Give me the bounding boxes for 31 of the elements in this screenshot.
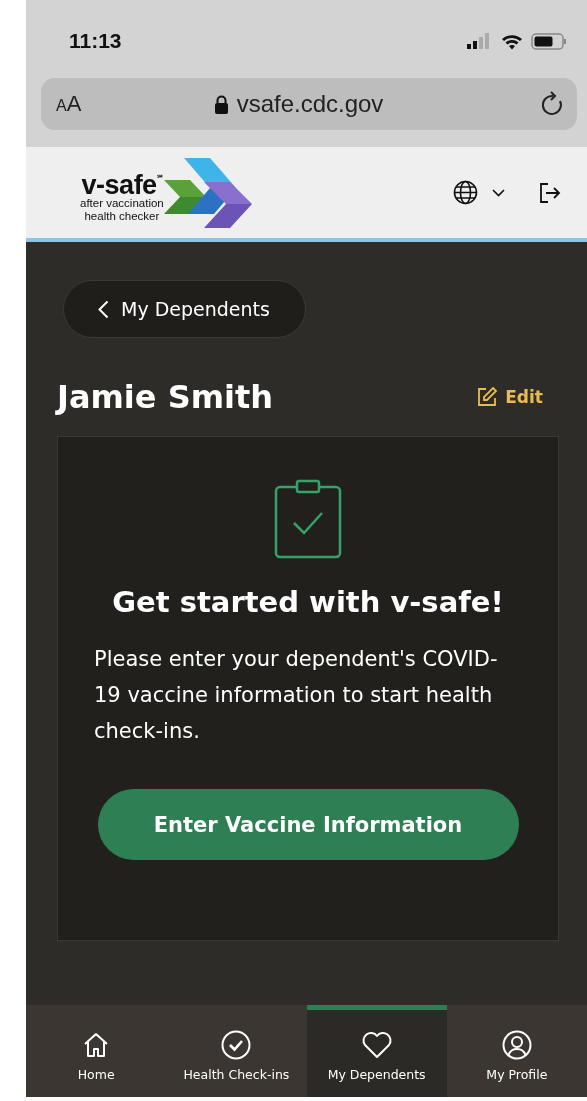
reload-icon[interactable]: [541, 91, 565, 117]
logo-wordmark: v-safe$^{℠}$: [81, 169, 163, 197]
text-size-button[interactable]: AA: [56, 91, 96, 117]
nav-tab[interactable]: Health Check-ins: [166, 1005, 307, 1097]
logo-tagline: after vaccination: [80, 197, 164, 210]
chevron-down-icon: [492, 188, 505, 197]
back-button[interactable]: My Dependents: [63, 280, 306, 338]
nav-tab[interactable]: My Dependents: [306, 1005, 447, 1097]
card-message: Please enter your dependent's COVID-19 vaccine information to start health check-ins.: [94, 646, 499, 745]
clipboard-check-icon: [274, 479, 342, 559]
nav-tab[interactable]: My Profile: [446, 1005, 587, 1097]
enter-vaccine-button[interactable]: Enter Vaccine Information: [97, 789, 519, 860]
sign-out-icon: [537, 180, 561, 205]
edit-button[interactable]: Edit: [476, 386, 543, 408]
chevron-left-icon: [98, 299, 109, 319]
card-heading: Get started with v-safe!: [112, 585, 504, 619]
check-circle-icon: [221, 1030, 252, 1060]
lock-icon: [213, 94, 229, 114]
user-circle-icon: [501, 1030, 532, 1060]
logo-tagline: health checker: [84, 210, 160, 223]
edit-icon: [476, 386, 499, 408]
dependent-name: Jamie Smith: [57, 378, 274, 416]
heart-icon: [360, 1031, 393, 1059]
globe-icon: [453, 180, 478, 205]
wifi-icon: [501, 32, 523, 50]
url-text[interactable]: vsafe.cdc.gov: [236, 90, 384, 118]
language-button[interactable]: [453, 180, 505, 205]
sign-out-button[interactable]: [537, 180, 561, 205]
clock-time: 11:13: [69, 29, 122, 53]
battery-icon: [531, 32, 567, 50]
nav-tab[interactable]: Home: [26, 1005, 167, 1097]
